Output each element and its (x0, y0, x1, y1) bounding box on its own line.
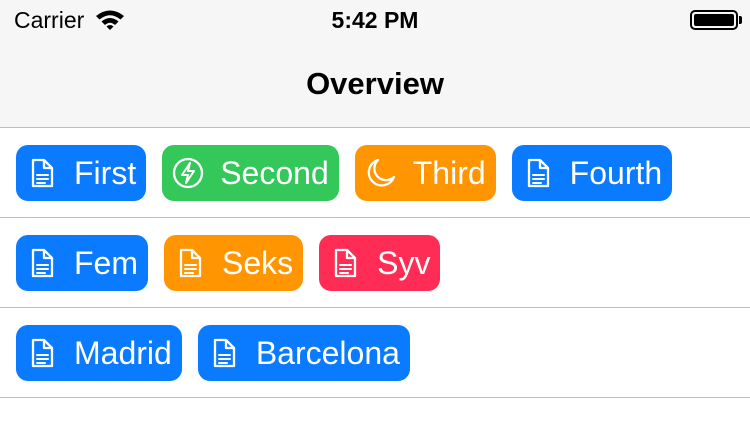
chip-label: First (74, 154, 137, 191)
chip-madrid[interactable]: Madrid (16, 324, 182, 381)
document-icon (213, 338, 235, 367)
document-icon (31, 338, 54, 367)
chip-label: Third (412, 154, 486, 191)
chip-fem[interactable]: Fem (16, 234, 148, 291)
page-title: Overview (306, 66, 444, 101)
status-time: 5:42 PM (331, 7, 419, 33)
document-icon (334, 248, 357, 277)
document-icon (527, 158, 549, 187)
chip-row: Fem Seks Syv (0, 218, 750, 308)
battery-icon (690, 10, 738, 30)
status-bar: Carrier 5:42 PM (0, 0, 750, 40)
chip-label: Syv (377, 244, 431, 281)
document-icon (31, 158, 54, 187)
chip-seks[interactable]: Seks (164, 234, 304, 291)
chip-label: Fourth (569, 154, 663, 191)
chip-third[interactable]: Third (354, 144, 496, 201)
bolt-circle-icon (173, 157, 204, 188)
chip-label: Madrid (74, 334, 172, 371)
chip-label: Barcelona (255, 334, 400, 371)
chip-barcelona[interactable]: Barcelona (197, 324, 410, 381)
chip-row: Madrid Barcelona (0, 308, 750, 398)
chip-label: Fem (74, 244, 138, 281)
chip-second[interactable]: Second (162, 144, 339, 201)
chip-label: Second (220, 154, 329, 191)
navigation-bar: Overview (0, 40, 750, 128)
moon-icon (367, 158, 395, 187)
chip-fourth[interactable]: Fourth (511, 144, 673, 201)
document-icon (31, 248, 54, 277)
chip-label: Seks (222, 244, 294, 281)
document-icon (179, 248, 202, 277)
chip-row: First Second Third Fourth (0, 128, 750, 218)
battery-tip (739, 16, 742, 24)
chip-syv[interactable]: Syv (319, 234, 441, 291)
chip-first[interactable]: First (16, 144, 147, 201)
